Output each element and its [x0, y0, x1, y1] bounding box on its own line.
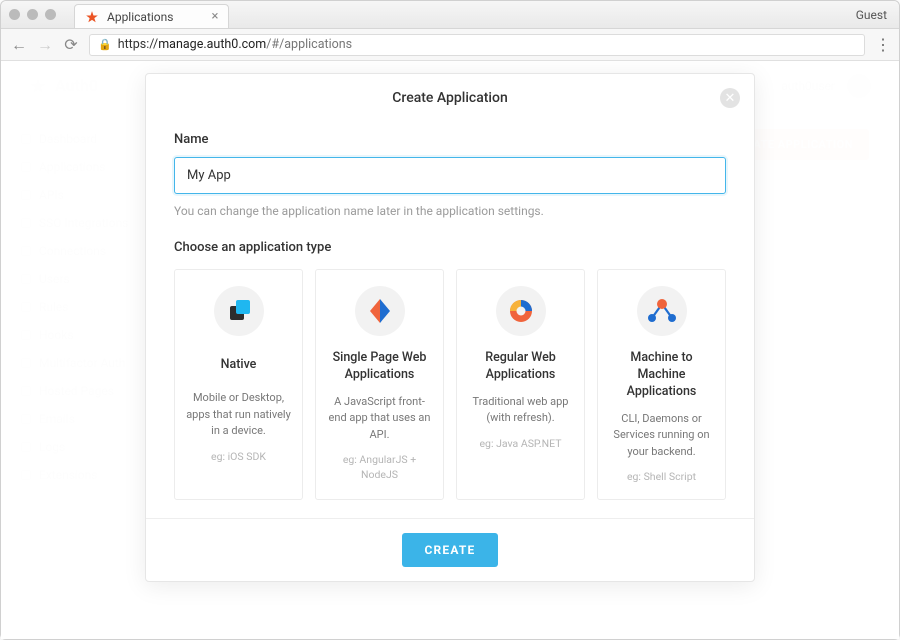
url-path: /#/applications — [266, 37, 352, 52]
auth0-favicon — [85, 10, 99, 24]
app-type-title: Native — [185, 350, 292, 380]
app-type-cards: Native Mobile or Desktop, apps that run n… — [174, 269, 726, 500]
app-type-example: eg: AngularJS + NodeJS — [326, 453, 433, 482]
traffic-zoom[interactable] — [45, 9, 56, 20]
app-type-card[interactable]: Single Page Web Applications A JavaScript… — [315, 269, 444, 500]
modal-header: Create Application ✕ — [146, 74, 754, 120]
back-button[interactable]: ← — [11, 35, 27, 55]
create-button[interactable]: CREATE — [402, 533, 497, 567]
browser-window: Applications × Guest ← → ⟳ 🔒 https://man… — [0, 0, 900, 640]
modal-title: Create Application — [146, 90, 754, 106]
traffic-lights — [9, 9, 56, 20]
browser-toolbar: ← → ⟳ 🔒 https://manage.auth0.com/#/appli… — [1, 29, 899, 61]
app-type-card[interactable]: Native Mobile or Desktop, apps that run n… — [174, 269, 303, 500]
name-help-text: You can change the application name late… — [174, 204, 726, 218]
modal-footer: CREATE — [146, 518, 754, 581]
app-type-title: Machine to Machine Applications — [608, 350, 715, 401]
choose-type-label: Choose an application type — [174, 240, 726, 255]
tab-title: Applications — [107, 10, 173, 24]
app-type-icon — [637, 286, 687, 336]
app-type-example: eg: iOS SDK — [185, 450, 292, 465]
app-type-title: Regular Web Applications — [467, 350, 574, 384]
url-host: manage.auth0.com — [158, 37, 266, 52]
traffic-minimize[interactable] — [27, 9, 38, 20]
reload-button[interactable]: ⟳ — [63, 35, 79, 54]
app-type-title: Single Page Web Applications — [326, 350, 433, 384]
app-type-icon — [355, 286, 405, 336]
browser-tab[interactable]: Applications × — [74, 4, 229, 28]
lock-icon: 🔒 — [98, 38, 112, 51]
traffic-close[interactable] — [9, 9, 20, 20]
create-application-modal: Create Application ✕ Name You can change… — [145, 73, 755, 582]
app-type-example: eg: Java ASP.NET — [467, 437, 574, 452]
address-bar[interactable]: 🔒 https://manage.auth0.com/#/application… — [89, 34, 865, 56]
name-label: Name — [174, 132, 726, 147]
app-type-icon — [214, 286, 264, 336]
app-type-example: eg: Shell Script — [608, 470, 715, 485]
app-type-desc: A JavaScript front-end app that uses an … — [326, 394, 433, 444]
app-type-desc: Traditional web app (with refresh). — [467, 394, 574, 427]
modal-close-icon[interactable]: ✕ — [720, 88, 740, 108]
app-type-icon — [496, 286, 546, 336]
forward-button[interactable]: → — [37, 35, 53, 55]
app-type-desc: CLI, Daemons or Services running on your… — [608, 411, 715, 461]
modal-overlay: Create Application ✕ Name You can change… — [1, 61, 899, 639]
app-type-desc: Mobile or Desktop, apps that run nativel… — [185, 390, 292, 440]
browser-menu-icon[interactable]: ⋮ — [875, 35, 889, 54]
url-scheme: https:// — [118, 37, 159, 52]
name-input[interactable] — [174, 157, 726, 194]
tab-close-icon[interactable]: × — [211, 9, 218, 24]
modal-body: Name You can change the application name… — [146, 120, 754, 518]
guest-label: Guest — [856, 8, 891, 22]
app-type-card[interactable]: Machine to Machine Applications CLI, Daem… — [597, 269, 726, 500]
page: Auth0 auth0user DashboardApplicationsAPI… — [1, 61, 899, 639]
titlebar: Applications × Guest — [1, 1, 899, 29]
app-type-card[interactable]: Regular Web Applications Traditional web … — [456, 269, 585, 500]
